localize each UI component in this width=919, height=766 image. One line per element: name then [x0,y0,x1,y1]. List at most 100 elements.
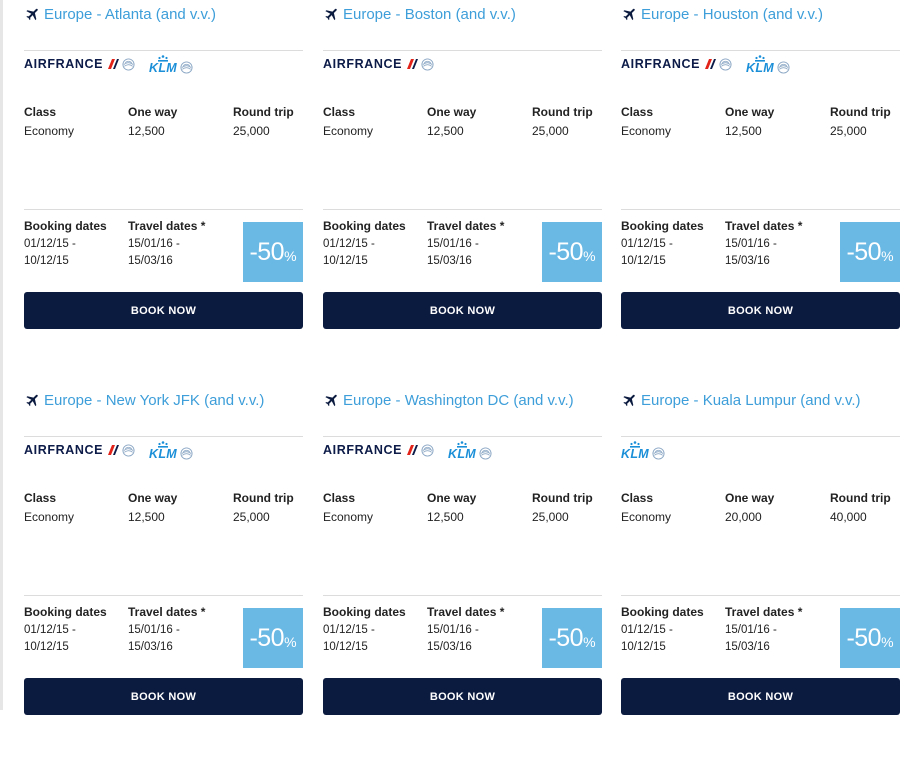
route-title[interactable]: Europe - New York JFK (and v.v.) [24,389,264,411]
class-header: Class [24,491,57,505]
class-value: Economy [323,510,374,524]
route-title-text: Europe - Kuala Lumpur (and v.v.) [641,391,861,409]
class-header: Class [323,491,356,505]
airfrance-logo: AIRFRANCE [621,57,732,71]
divider [323,436,602,437]
book-now-button[interactable]: BOOK NOW [24,292,303,329]
discount-unit: % [284,247,297,264]
skyteam-icon [777,60,790,74]
booking-date-from: 01/12/15 - [323,238,375,250]
discount-badge: -50% [542,608,602,668]
discount-unit: % [881,633,894,650]
klm-wordmark: KLM [746,60,774,75]
book-now-button[interactable]: BOOK NOW [621,678,900,715]
booking-date-from: 01/12/15 - [621,238,673,250]
travel-date-to: 15/03/16 [725,255,770,267]
skyteam-icon [122,57,135,71]
travel-dates-header: Travel dates * [427,605,505,619]
plane-icon [26,8,38,21]
airfrance-flag-icon [705,59,717,69]
airfrance-wordmark: AIRFRANCE [621,57,701,71]
klm-wordmark: KLM [621,446,649,461]
airfrance-logo: AIRFRANCE [24,57,135,71]
discount-unit: % [881,247,894,264]
airfrance-logo: AIRFRANCE [323,443,434,457]
route-title[interactable]: Europe - Houston (and v.v.) [621,3,823,25]
class-value: Economy [24,510,75,524]
plane-icon [623,8,635,21]
booking-dates-header: Booking dates [24,605,107,619]
discount-badge: -50% [243,222,303,282]
discount-badge: -50% [840,608,900,668]
round-trip-miles: 25,000 [532,510,569,524]
plane-icon [26,394,38,407]
travel-dates-header: Travel dates * [128,605,206,619]
plane-icon [325,394,337,407]
book-now-button[interactable]: BOOK NOW [621,292,900,329]
discount-unit: % [284,633,297,650]
booking-dates-header: Booking dates [24,219,107,233]
offer-card-4: Europe - New York JFK (and v.v.) AIRFRAN… [24,386,303,766]
travel-date-to: 15/03/16 [128,255,173,267]
one-way-header: One way [128,491,178,505]
divider [323,595,602,596]
klm-wordmark: KLM [149,446,177,461]
discount-badge: -50% [840,222,900,282]
divider [621,209,900,210]
booking-dates-header: Booking dates [621,219,704,233]
klm-logo: KLM [621,440,665,461]
discount-badge: -50% [243,608,303,668]
discount-value: -50 [249,623,285,652]
route-title[interactable]: Europe - Atlanta (and v.v.) [24,3,216,25]
round-trip-miles: 25,000 [532,124,569,138]
route-title[interactable]: Europe - Washington DC (and v.v.) [323,389,574,411]
discount-value: -50 [249,237,285,266]
skyteam-icon [180,60,193,74]
skyteam-icon [479,446,492,460]
one-way-miles: 20,000 [725,510,762,524]
airfrance-logo: AIRFRANCE [24,443,135,457]
booking-date-from: 01/12/15 - [323,624,375,636]
divider [323,50,602,51]
offers-grid: Europe - Atlanta (and v.v.) AIRFRANCE KL… [0,0,919,715]
divider [24,436,303,437]
skyteam-icon [421,57,434,71]
travel-dates-header: Travel dates * [725,219,803,233]
klm-logo: KLM [149,440,193,461]
divider [621,50,900,51]
offer-card-5: Europe - Washington DC (and v.v.) AIRFRA… [323,386,602,766]
round-trip-miles: 40,000 [830,510,867,524]
route-title[interactable]: Europe - Boston (and v.v.) [323,3,516,25]
booking-date-from: 01/12/15 - [24,624,76,636]
klm-wordmark: KLM [149,60,177,75]
airfrance-wordmark: AIRFRANCE [323,57,403,71]
class-header: Class [323,105,356,119]
booking-date-to: 10/12/15 [323,255,368,267]
one-way-header: One way [725,491,775,505]
round-trip-header: Round trip [830,491,891,505]
booking-date-from: 01/12/15 - [24,238,76,250]
divider [24,209,303,210]
book-now-button[interactable]: BOOK NOW [323,678,602,715]
travel-date-from: 15/01/16 - [427,238,479,250]
offer-card-6: Europe - Kuala Lumpur (and v.v.) KLM Cla… [621,386,900,766]
offer-card-3: Europe - Houston (and v.v.) AIRFRANCE KL… [621,0,900,380]
travel-date-to: 15/03/16 [427,255,472,267]
airline-logos: AIRFRANCE [323,438,492,462]
book-now-button[interactable]: BOOK NOW [323,292,602,329]
travel-date-to: 15/03/16 [725,641,770,653]
round-trip-header: Round trip [233,491,294,505]
round-trip-header: Round trip [830,105,891,119]
route-title-text: Europe - Atlanta (and v.v.) [44,5,217,23]
airfrance-flag-icon [108,445,120,455]
one-way-header: One way [725,105,775,119]
one-way-header: One way [427,491,477,505]
book-now-button[interactable]: BOOK NOW [24,678,303,715]
airline-logos: KLM [621,438,665,462]
travel-date-to: 15/03/16 [427,641,472,653]
klm-wordmark: KLM [448,446,476,461]
airline-logos: AIRFRANCE [24,438,193,462]
route-title-text: Europe - Washington DC (and v.v.) [343,391,574,409]
route-title[interactable]: Europe - Kuala Lumpur (and v.v.) [621,389,861,411]
discount-unit: % [583,633,596,650]
